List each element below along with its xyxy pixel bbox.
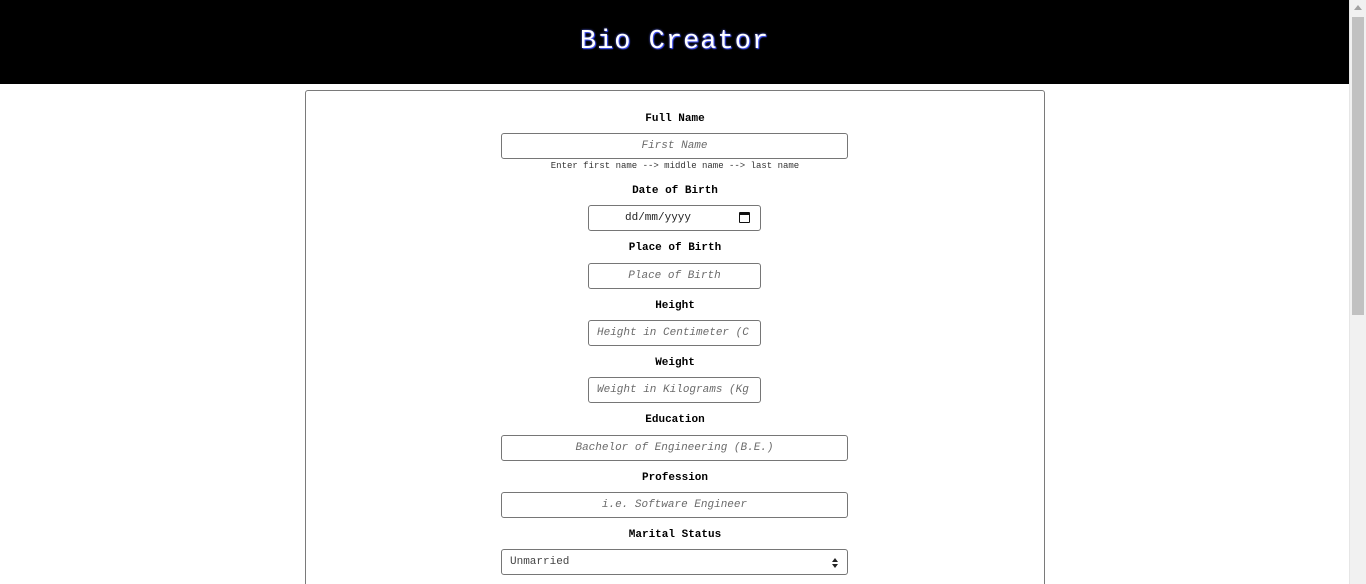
marital-status-select[interactable]: Unmarried [501, 549, 848, 575]
first-name-input[interactable]: First Name [501, 133, 848, 159]
full-name-label: Full Name [645, 113, 705, 125]
education-input[interactable]: Bachelor of Engineering (B.E.) [501, 435, 848, 461]
height-placeholder: Height in Centimeter (C [597, 327, 749, 339]
height-input[interactable]: Height in Centimeter (C [588, 320, 761, 346]
marital-status-value: Unmarried [510, 556, 570, 568]
scrollbar-thumb[interactable] [1352, 17, 1364, 315]
height-label: Height [655, 300, 695, 312]
vertical-scrollbar[interactable] [1349, 0, 1366, 584]
date-of-birth-input[interactable]: dd/mm/yyyy [588, 205, 761, 231]
place-of-birth-input[interactable]: Place of Birth [588, 263, 761, 289]
page-title: Bio Creator [579, 27, 770, 57]
bio-form: Full Name First Name Enter first name --… [305, 90, 1045, 584]
profession-placeholder: i.e. Software Engineer [601, 499, 748, 511]
profession-input[interactable]: i.e. Software Engineer [501, 492, 848, 518]
education-label: Education [645, 414, 705, 426]
weight-label: Weight [655, 357, 695, 369]
marital-status-label: Marital Status [628, 529, 722, 541]
education-placeholder: Bachelor of Engineering (B.E.) [575, 442, 774, 454]
weight-input[interactable]: Weight in Kilograms (Kg [588, 377, 761, 403]
date-of-birth-label: Date of Birth [632, 185, 718, 197]
first-name-placeholder: First Name [641, 140, 708, 152]
profession-label: Profession [641, 472, 708, 484]
date-placeholder: dd/mm/yyyy [625, 212, 692, 224]
calendar-icon[interactable] [739, 212, 750, 223]
scroll-up-arrow-icon[interactable] [1354, 5, 1362, 10]
weight-placeholder: Weight in Kilograms (Kg [597, 384, 749, 396]
header-bar: Bio Creator [0, 0, 1349, 84]
select-arrows-icon [832, 558, 838, 568]
place-of-birth-label: Place of Birth [628, 242, 722, 254]
full-name-hint: Enter first name --> middle name --> las… [550, 161, 800, 171]
place-of-birth-placeholder: Place of Birth [628, 270, 721, 282]
